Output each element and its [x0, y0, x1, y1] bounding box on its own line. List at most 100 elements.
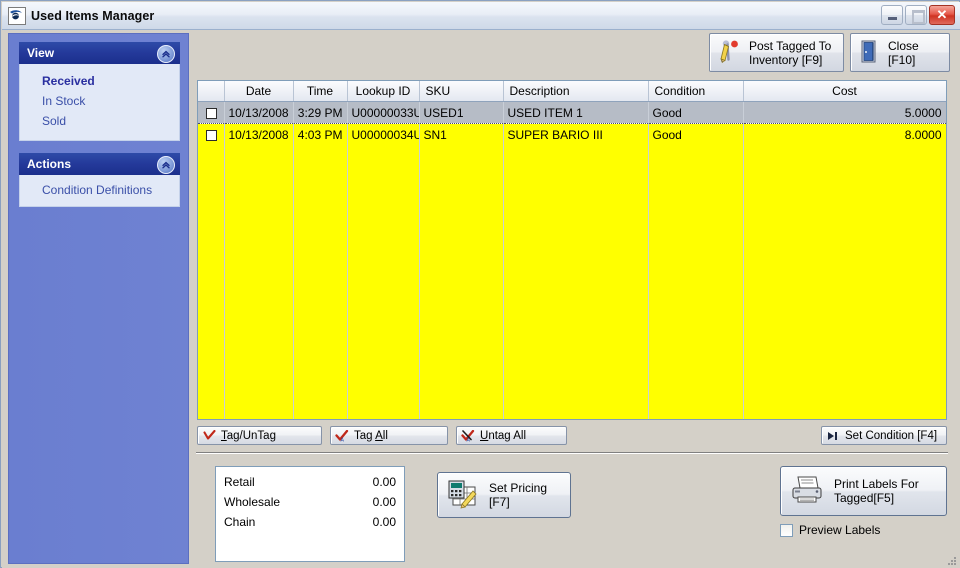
- tag-untag-button[interactable]: Tag/UnTag: [197, 426, 322, 445]
- minimize-icon: [888, 17, 897, 20]
- col-header-description[interactable]: Description: [503, 81, 649, 102]
- window-title: Used Items Manager: [31, 8, 155, 23]
- top-toolbar: Post Tagged To Inventory [F9] Close [F10…: [709, 33, 950, 72]
- table-empty-area: [198, 145, 946, 419]
- window-controls: ✕: [881, 5, 955, 25]
- table-row[interactable]: 10/13/2008 4:03 PM U00000034U SN1 SUPER …: [198, 123, 946, 145]
- svg-text:A: A: [467, 437, 471, 442]
- close-icon: ✕: [936, 7, 948, 22]
- sidebar-panel-actions-header[interactable]: Actions: [19, 153, 180, 175]
- tag-all-post: ll: [382, 429, 388, 442]
- sidebar-panel-view-body: Received In Stock Sold: [19, 64, 180, 141]
- used-items-table: Date Time Lookup ID SKU Description Cond…: [198, 81, 946, 419]
- skip-next-icon: [825, 431, 841, 441]
- sidebar-item-condition-definitions[interactable]: Condition Definitions: [20, 180, 179, 200]
- post-tagged-to-inventory-button[interactable]: Post Tagged To Inventory [F9]: [709, 33, 844, 72]
- price-line-retail: Retail 0.00: [224, 472, 396, 492]
- set-pricing-button[interactable]: Set Pricing [F7]: [437, 472, 571, 518]
- cell-description: SUPER BARIO III: [503, 123, 649, 145]
- used-items-grid[interactable]: Date Time Lookup ID SKU Description Cond…: [197, 80, 947, 420]
- row-checkbox-cell[interactable]: [198, 123, 225, 145]
- price-line-wholesale: Wholesale 0.00: [224, 492, 396, 512]
- preview-labels-label: Preview Labels: [799, 523, 881, 537]
- maximize-button[interactable]: [905, 5, 927, 25]
- print-labels-for-tagged-button[interactable]: Print Labels For Tagged[F5]: [780, 466, 947, 516]
- cell-sku: USED1: [419, 101, 504, 124]
- sidebar-item-received[interactable]: Received: [20, 71, 179, 91]
- title-bar: Used Items Manager ✕: [2, 2, 960, 30]
- col-header-cost[interactable]: Cost: [743, 81, 946, 102]
- price-line-chain: Chain 0.00: [224, 512, 396, 532]
- check-down-arrow-icon: [201, 430, 217, 441]
- sidebar-panel-view-header[interactable]: View: [19, 42, 180, 64]
- sidebar-panel-view-title: View: [27, 46, 55, 60]
- printer-icon: [789, 474, 825, 509]
- svg-text:A: A: [341, 437, 345, 442]
- chevron-double-up-icon[interactable]: [157, 156, 175, 174]
- chevron-double-up-icon[interactable]: [157, 45, 175, 63]
- tag-untag-rest: ag/UnTag: [226, 429, 276, 442]
- calculator-pencil-icon: [446, 478, 480, 513]
- sidebar-item-sold[interactable]: Sold: [20, 111, 179, 131]
- tag-all-key: A: [375, 429, 383, 442]
- app-swoosh-icon: [8, 6, 26, 25]
- table-header-row: Date Time Lookup ID SKU Description Cond…: [198, 81, 946, 102]
- cell-date: 10/13/2008: [224, 101, 294, 124]
- cell-description: USED ITEM 1: [503, 101, 649, 124]
- close-button[interactable]: ✕: [929, 5, 955, 25]
- price-label-retail: Retail: [224, 475, 255, 489]
- tag-untag-label: Tag/UnTag: [221, 430, 276, 442]
- untag-all-button[interactable]: A Untag All: [456, 426, 567, 445]
- cell-lookup-id: U00000033U: [347, 101, 420, 124]
- close-window-label: Close [F10]: [888, 38, 919, 67]
- minimize-button[interactable]: [881, 5, 903, 25]
- row-checkbox-cell[interactable]: [198, 101, 225, 124]
- untag-all-label: Untag All: [480, 430, 526, 442]
- tag-all-label: Tag All: [354, 430, 388, 442]
- resize-grip[interactable]: [944, 553, 958, 567]
- pencil-pin-icon: [716, 38, 742, 67]
- col-header-sku[interactable]: SKU: [419, 81, 504, 102]
- main-content: Post Tagged To Inventory [F9] Close [F10…: [192, 30, 958, 568]
- tag-all-button[interactable]: A Tag All: [330, 426, 448, 445]
- set-condition-label: Set Condition [F4]: [845, 429, 938, 442]
- preview-labels-checkbox[interactable]: [780, 523, 793, 537]
- price-value-chain: 0.00: [372, 515, 396, 529]
- check-mark-icon: A: [334, 429, 350, 442]
- client-area: View Received In Stock Sold Actions Cond…: [2, 30, 960, 568]
- set-condition-button[interactable]: Set Condition [F4]: [821, 426, 947, 445]
- col-header-condition[interactable]: Condition: [648, 81, 744, 102]
- col-header-lookup-id[interactable]: Lookup ID: [347, 81, 420, 102]
- cell-cost: 8.0000: [743, 123, 946, 145]
- section-divider: [196, 452, 948, 454]
- set-pricing-label: Set Pricing [F7]: [489, 481, 548, 509]
- price-label-chain: Chain: [224, 515, 256, 529]
- cell-sku: SN1: [419, 123, 504, 145]
- untag-all-post: ntag All: [488, 429, 527, 442]
- cell-date: 10/13/2008: [224, 123, 294, 145]
- cell-time: 4:03 PM: [293, 123, 348, 145]
- post-tagged-to-inventory-label: Post Tagged To Inventory [F9]: [749, 38, 832, 67]
- col-header-date[interactable]: Date: [224, 81, 294, 102]
- table-row[interactable]: 10/13/2008 3:29 PM U00000033U USED1 USED…: [198, 101, 946, 124]
- row-checkbox[interactable]: [206, 129, 218, 141]
- col-header-checkbox[interactable]: [198, 81, 225, 102]
- application-window: Used Items Manager ✕ View Received In St…: [0, 0, 960, 568]
- sidebar-item-in-stock[interactable]: In Stock: [20, 91, 179, 111]
- tag-button-row: Tag/UnTag A Tag All A Untag All Set Cond…: [197, 426, 947, 445]
- price-label-wholesale: Wholesale: [224, 495, 281, 509]
- col-header-time[interactable]: Time: [293, 81, 348, 102]
- bottom-panel: Retail 0.00 Wholesale 0.00 Chain 0.00 Se…: [197, 458, 947, 562]
- cell-condition: Good: [648, 101, 744, 124]
- row-checkbox[interactable]: [206, 107, 218, 119]
- sidebar-panel-actions-title: Actions: [27, 157, 72, 171]
- cell-lookup-id: U00000034U: [347, 123, 420, 145]
- sidebar-panel-actions-body: Condition Definitions: [19, 175, 180, 207]
- preview-labels-row[interactable]: Preview Labels: [780, 523, 880, 537]
- pricing-summary-box: Retail 0.00 Wholesale 0.00 Chain 0.00: [215, 466, 405, 562]
- close-window-button[interactable]: Close [F10]: [850, 33, 950, 72]
- check-cross-icon: A: [460, 429, 476, 442]
- price-value-wholesale: 0.00: [372, 495, 396, 509]
- maximize-icon: [912, 10, 925, 24]
- price-value-retail: 0.00: [372, 475, 396, 489]
